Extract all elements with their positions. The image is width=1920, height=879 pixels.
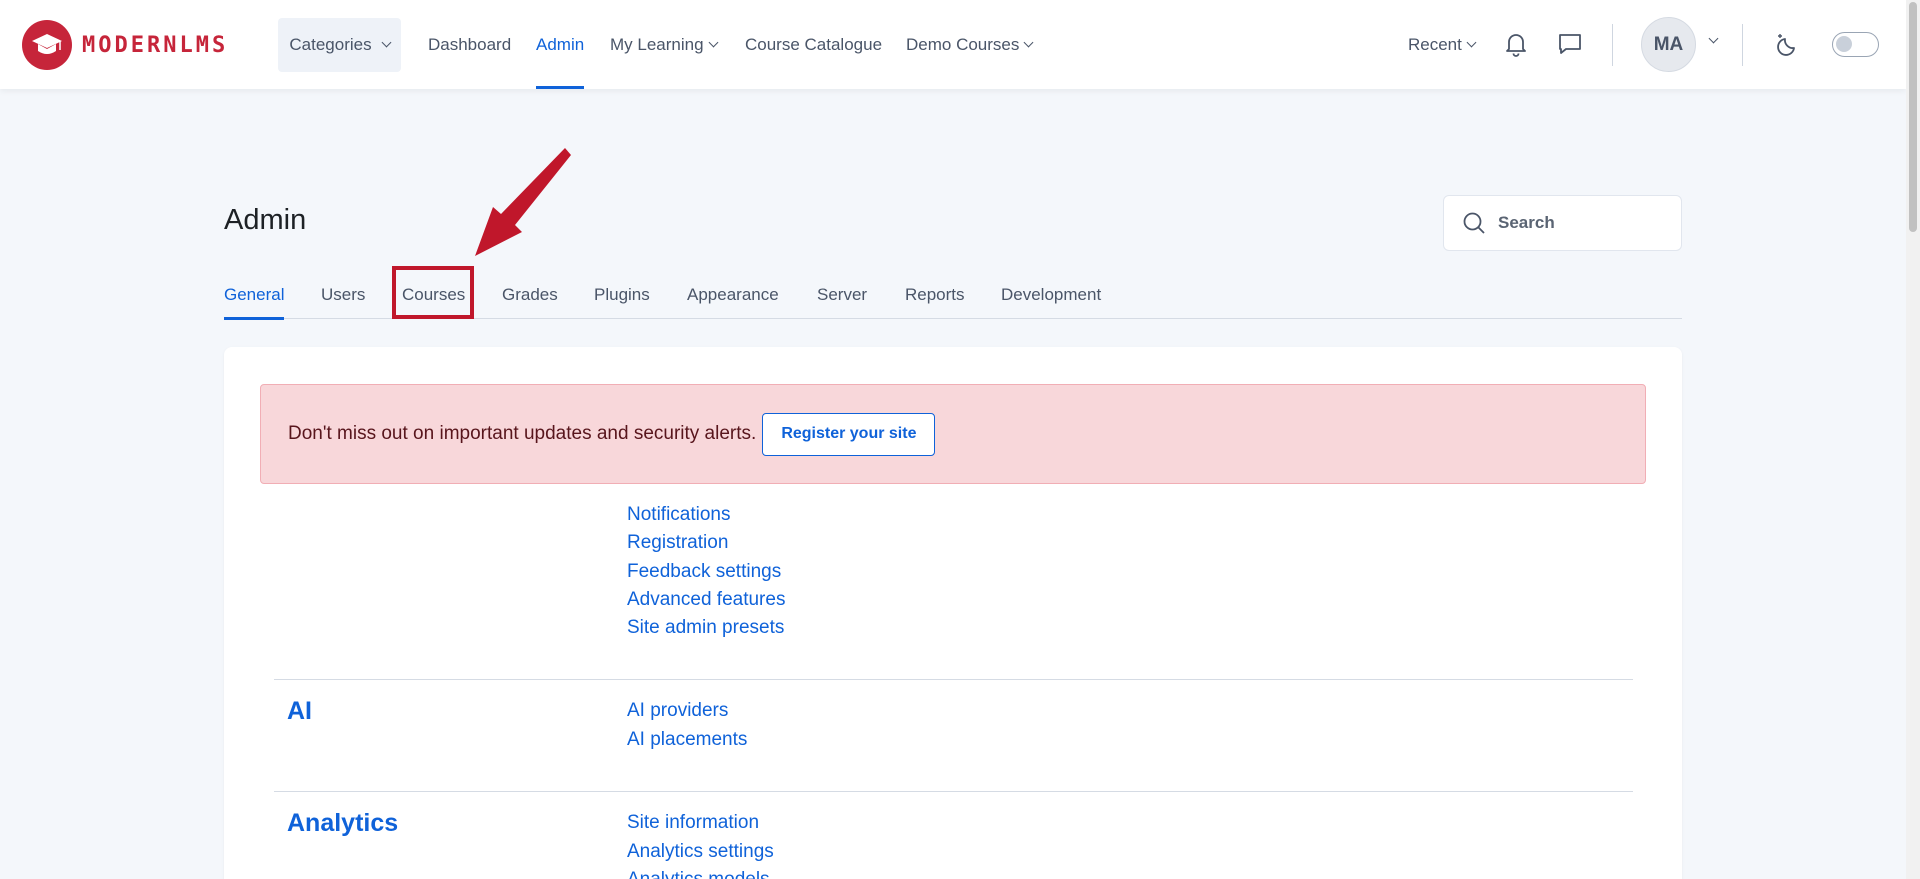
tab-grades-label: Grades	[502, 284, 558, 304]
graduation-cap-icon	[22, 20, 72, 70]
nav-demo-courses[interactable]: Demo Courses	[906, 0, 1034, 89]
nav-admin[interactable]: Admin	[536, 0, 585, 89]
nav-course-catalogue[interactable]: Course Catalogue	[745, 0, 882, 89]
section-divider	[274, 791, 1633, 792]
register-site-button[interactable]: Register your site	[762, 412, 936, 456]
alert-message: Don't miss out on important updates and …	[288, 423, 757, 444]
link-feedback-settings[interactable]: Feedback settings	[627, 561, 781, 583]
tab-general[interactable]: General	[224, 270, 285, 320]
courses-highlight-box	[392, 266, 474, 319]
link-advanced-features[interactable]: Advanced features	[627, 589, 785, 611]
navbar-divider	[1742, 24, 1743, 66]
brand-name: MODERNLMS	[82, 32, 229, 58]
tab-appearance[interactable]: Appearance	[687, 270, 779, 319]
bell-icon[interactable]	[1502, 30, 1530, 58]
tab-development[interactable]: Development	[1001, 270, 1101, 319]
tab-reports-label: Reports	[905, 284, 965, 304]
link-site-information[interactable]: Site information	[627, 812, 759, 834]
theme-toggle[interactable]	[1832, 32, 1879, 57]
link-analytics-settings[interactable]: Analytics settings	[627, 841, 774, 863]
tab-users-label: Users	[321, 284, 366, 304]
chevron-down-icon	[1023, 37, 1034, 47]
section-title-ai[interactable]: AI	[287, 697, 312, 726]
categories-dropdown[interactable]: Categories	[278, 18, 401, 72]
tab-plugins-label: Plugins	[594, 284, 650, 304]
tab-server[interactable]: Server	[817, 270, 867, 319]
section-title-analytics[interactable]: Analytics	[287, 809, 398, 838]
nav-course-catalogue-label: Course Catalogue	[745, 34, 883, 54]
nav-my-learning[interactable]: My Learning	[610, 0, 719, 89]
message-icon[interactable]	[1556, 30, 1584, 58]
categories-label: Categories	[289, 35, 372, 54]
tab-server-label: Server	[817, 284, 868, 304]
link-notifications[interactable]: Notifications	[627, 504, 731, 526]
search-icon	[1463, 212, 1485, 234]
chevron-down-icon	[381, 37, 392, 48]
nav-dashboard-label: Dashboard	[428, 34, 512, 54]
link-ai-placements[interactable]: AI placements	[627, 729, 747, 751]
nav-dashboard[interactable]: Dashboard	[428, 0, 511, 89]
chevron-down-icon	[708, 37, 719, 47]
annotation-arrow-icon	[475, 148, 571, 256]
tab-plugins[interactable]: Plugins	[594, 270, 650, 319]
section-divider	[274, 679, 1633, 680]
registration-alert: Don't miss out on important updates and …	[260, 384, 1646, 484]
recent-dropdown[interactable]: Recent	[1408, 0, 1477, 89]
link-registration[interactable]: Registration	[627, 532, 728, 554]
link-ai-providers[interactable]: AI providers	[627, 700, 728, 722]
nav-my-learning-label: My Learning	[610, 34, 704, 54]
chevron-down-icon[interactable]	[1708, 33, 1719, 44]
page-scrollbar[interactable]	[1906, 0, 1920, 879]
tab-grades[interactable]: Grades	[502, 270, 558, 319]
scrollbar-thumb[interactable]	[1909, 2, 1917, 232]
link-site-admin-presets[interactable]: Site admin presets	[627, 617, 784, 639]
avatar[interactable]: MA	[1641, 17, 1696, 72]
nav-demo-courses-label: Demo Courses	[906, 34, 1020, 54]
search-label: Search	[1498, 213, 1555, 232]
search-input[interactable]: Search	[1443, 195, 1682, 251]
tab-appearance-label: Appearance	[687, 284, 779, 304]
nav-admin-label: Admin	[536, 34, 585, 54]
top-navbar: MODERNLMS Categories Dashboard Admin My …	[0, 0, 1906, 89]
dark-mode-icon[interactable]	[1774, 30, 1802, 58]
tab-general-label: General	[224, 284, 285, 304]
recent-label: Recent	[1408, 34, 1462, 54]
tab-reports[interactable]: Reports	[905, 270, 965, 319]
tab-users[interactable]: Users	[321, 270, 365, 319]
page-title: Admin	[224, 204, 307, 236]
tab-development-label: Development	[1001, 284, 1102, 304]
navbar-divider	[1612, 24, 1613, 66]
chevron-down-icon	[1466, 37, 1477, 47]
avatar-initials: MA	[1653, 33, 1684, 55]
site-logo[interactable]: MODERNLMS	[22, 20, 228, 70]
link-analytics-models[interactable]: Analytics models	[627, 869, 770, 879]
